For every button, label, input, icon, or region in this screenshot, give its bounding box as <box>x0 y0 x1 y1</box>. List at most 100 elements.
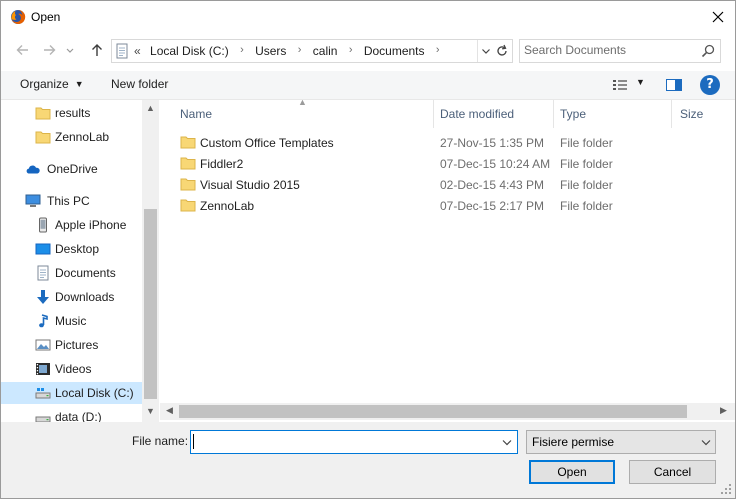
folder-icon <box>180 136 196 149</box>
breadcrumb-separator-icon[interactable]: › <box>298 44 302 56</box>
firefox-icon <box>11 9 26 24</box>
folder-icon <box>180 199 196 212</box>
nav-item-label: Music <box>55 314 87 328</box>
organize-label: Organize <box>20 77 69 91</box>
file-horizontal-scrollbar[interactable]: ◀ ▶ <box>160 403 735 420</box>
file-date: 07-Dec-15 2:17 PM <box>440 199 545 213</box>
refresh-icon[interactable] <box>493 42 511 60</box>
resize-grip-icon[interactable] <box>719 482 733 496</box>
breadcrumb: « Local Disk (C:) › Users › calin › Docu… <box>134 44 448 58</box>
chevron-down-icon[interactable] <box>500 434 514 450</box>
search-box[interactable] <box>519 39 721 63</box>
breadcrumb-separator-icon[interactable]: › <box>436 44 440 56</box>
nav-item-label: Videos <box>55 362 92 376</box>
nav-scroll-thumb[interactable] <box>144 209 157 399</box>
breadcrumb-separator-icon[interactable]: › <box>349 44 353 56</box>
nav-item-music[interactable]: Music <box>1 310 142 332</box>
new-folder-button[interactable]: New folder <box>111 77 168 91</box>
drive-icon <box>35 388 51 399</box>
file-type-select[interactable]: Fisiere permise <box>526 430 716 454</box>
pictures-icon <box>35 339 51 351</box>
drive-icon <box>35 416 51 422</box>
file-row[interactable]: Fiddler2 07-Dec-15 10:24 AM File folder <box>176 153 731 174</box>
file-name: ZennoLab <box>200 199 255 213</box>
scroll-right-icon[interactable]: ▶ <box>720 405 727 416</box>
back-arrow-icon[interactable] <box>13 41 33 59</box>
help-icon[interactable]: ? <box>700 75 720 95</box>
navigation-pane: results ZennoLab OneDrive This PC Apple … <box>1 100 159 422</box>
cancel-button[interactable]: Cancel <box>629 460 716 484</box>
file-row[interactable]: Custom Office Templates 27-Nov-15 1:35 P… <box>176 132 731 153</box>
file-scroll-thumb[interactable] <box>179 405 687 418</box>
nav-item-data-d[interactable]: data (D:) <box>1 406 142 422</box>
file-type: File folder <box>560 178 613 192</box>
breadcrumb-separator-icon[interactable]: › <box>240 44 244 56</box>
nav-item-pictures[interactable]: Pictures <box>1 334 142 356</box>
up-arrow-icon[interactable] <box>87 41 107 59</box>
nav-item-results[interactable]: results <box>1 102 142 124</box>
breadcrumb-local-disk[interactable]: Local Disk (C:) <box>150 44 229 58</box>
file-name-label: File name: <box>132 434 189 448</box>
nav-item-label: Pictures <box>55 338 99 352</box>
breadcrumb-users[interactable]: Users <box>255 44 286 58</box>
nav-item-local-disk-c[interactable]: Local Disk (C:) <box>1 382 142 404</box>
nav-item-label: results <box>55 106 91 120</box>
view-options-icon[interactable] <box>611 77 629 93</box>
column-header-type[interactable]: Type <box>554 100 670 128</box>
recent-locations-caret-icon[interactable] <box>63 41 77 59</box>
nav-item-documents[interactable]: Documents <box>1 262 142 284</box>
nav-vertical-scrollbar[interactable]: ▲ ▼ <box>142 100 159 422</box>
close-icon[interactable] <box>701 5 735 29</box>
file-name-input[interactable] <box>194 433 490 449</box>
view-caret-down-icon[interactable]: ▼ <box>636 77 645 87</box>
phone-icon <box>39 217 47 233</box>
file-type: File folder <box>560 136 613 150</box>
cloud-icon <box>26 165 40 174</box>
title-bar: Open <box>1 1 735 33</box>
file-type-value: Fisiere permise <box>532 435 615 449</box>
organize-button[interactable]: Organize ▼ <box>20 77 84 91</box>
scroll-down-icon[interactable]: ▼ <box>146 406 155 416</box>
open-button[interactable]: Open <box>529 460 615 484</box>
nav-item-apple-iphone[interactable]: Apple iPhone <box>1 214 142 236</box>
command-toolbar: Organize ▼ New folder ▼ ? <box>1 71 735 100</box>
dialog-footer: File name: Fisiere permise Open Cancel <box>1 422 735 498</box>
documents-icon <box>37 265 49 281</box>
nav-item-videos[interactable]: Videos <box>1 358 142 380</box>
file-name: Custom Office Templates <box>200 136 334 150</box>
chevron-down-icon[interactable] <box>699 434 713 450</box>
file-name-combobox[interactable] <box>190 430 518 454</box>
breadcrumb-calin[interactable]: calin <box>313 44 338 58</box>
forward-arrow-icon[interactable] <box>40 41 60 59</box>
folder-icon <box>180 178 196 191</box>
nav-item-downloads[interactable]: Downloads <box>1 286 142 308</box>
scroll-left-icon[interactable]: ◀ <box>166 405 173 416</box>
nav-item-label: Documents <box>55 266 116 280</box>
file-row[interactable]: ZennoLab 07-Dec-15 2:17 PM File folder <box>176 195 731 216</box>
address-bar[interactable]: « Local Disk (C:) › Users › calin › Docu… <box>111 39 513 63</box>
breadcrumb-documents[interactable]: Documents <box>364 44 425 58</box>
column-header-date-modified[interactable]: Date modified <box>434 100 552 128</box>
column-header-name[interactable]: Name <box>174 100 432 128</box>
preview-pane-icon[interactable] <box>665 77 683 93</box>
address-divider <box>477 40 478 62</box>
file-date: 02-Dec-15 4:43 PM <box>440 178 545 192</box>
file-name: Visual Studio 2015 <box>200 178 300 192</box>
documents-location-icon <box>116 43 128 59</box>
nav-item-zennolab[interactable]: ZennoLab <box>1 126 142 148</box>
address-history-chevron-down-icon[interactable] <box>480 43 492 59</box>
search-icon[interactable] <box>700 43 716 59</box>
download-icon <box>37 290 49 304</box>
breadcrumb-overflow[interactable]: « <box>134 44 141 58</box>
nav-item-this-pc[interactable]: This PC <box>1 190 142 212</box>
file-row[interactable]: Visual Studio 2015 02-Dec-15 4:43 PM Fil… <box>176 174 731 195</box>
column-divider[interactable] <box>671 100 672 128</box>
column-header-size[interactable]: Size <box>674 100 734 128</box>
search-input[interactable] <box>524 42 692 58</box>
scroll-up-icon[interactable]: ▲ <box>146 103 155 113</box>
nav-item-onedrive[interactable]: OneDrive <box>1 158 142 180</box>
nav-item-desktop[interactable]: Desktop <box>1 238 142 260</box>
folder-icon <box>35 131 51 144</box>
column-header-label: Name <box>180 107 213 121</box>
music-icon <box>39 314 48 328</box>
